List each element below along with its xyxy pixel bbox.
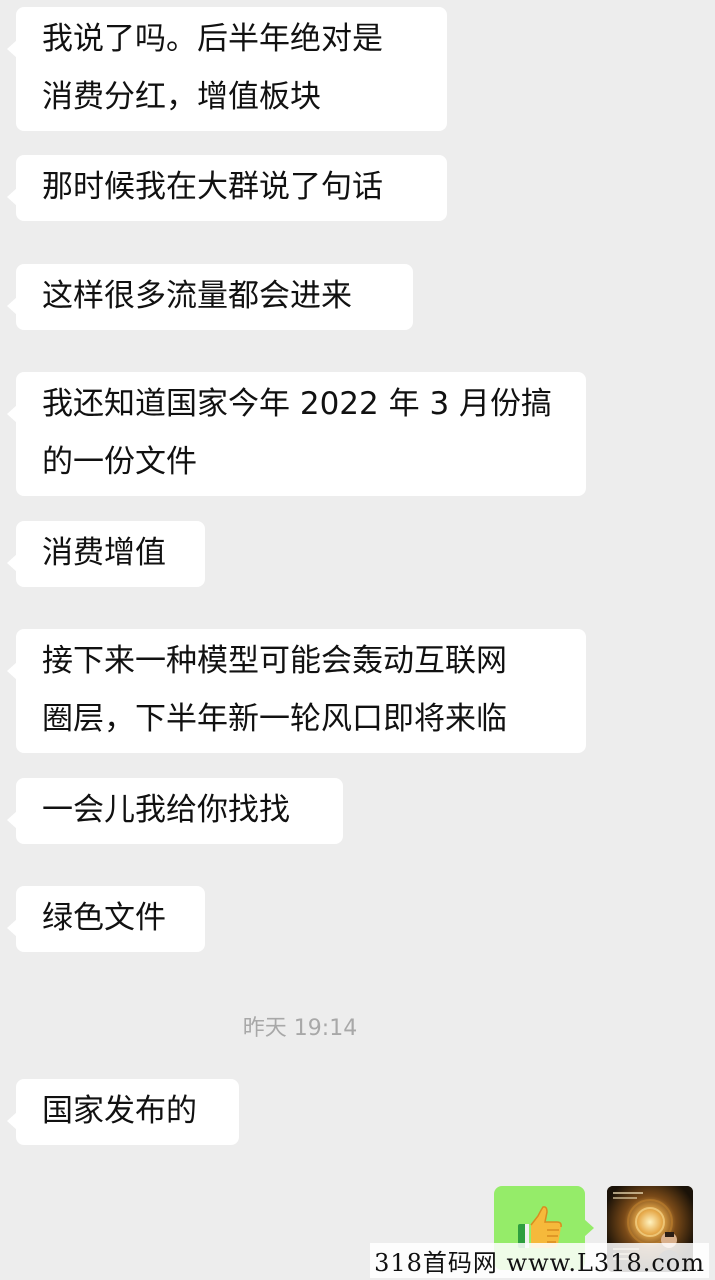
message-text: 这样很多流量都会进来: [42, 278, 352, 314]
message-text: 一会儿我给你找找: [42, 792, 290, 828]
message-text: 我说了吗。后半年绝对是: [42, 21, 383, 57]
message-text: 消费分红，增值板块: [42, 79, 321, 115]
message-text: 国家发布的: [42, 1093, 197, 1129]
message-text: 接下来一种模型可能会轰动互联网: [42, 643, 507, 679]
message-bubble[interactable]: 这样很多流量都会进来: [7, 264, 413, 330]
watermark-text: 318首码网 www.L318.com: [370, 1243, 709, 1278]
message-bubble[interactable]: 一会儿我给你找找: [7, 778, 343, 844]
message-bubble[interactable]: 接下来一种模型可能会轰动互联网 圈层，下半年新一轮风口即将来临: [7, 629, 586, 753]
message-bubble[interactable]: 那时候我在大群说了句话: [7, 155, 447, 221]
message-text: 绿色文件: [42, 900, 166, 936]
message-text: 圈层，下半年新一轮风口即将来临: [42, 701, 507, 737]
message-text: 那时候我在大群说了句话: [42, 169, 383, 205]
message-bubble[interactable]: 我说了吗。后半年绝对是 消费分红，增值板块: [7, 7, 447, 131]
chat-area[interactable]: 我说了吗。后半年绝对是 消费分红，增值板块 那时候我在大群说了句话 这样很多流量…: [0, 0, 715, 1280]
message-text: 消费增值: [42, 535, 166, 571]
message-bubble[interactable]: 绿色文件: [7, 886, 205, 952]
message-text: 的一份文件: [42, 444, 197, 480]
message-timestamp: 昨天 19:14: [242, 1016, 358, 1041]
message-bubble[interactable]: 国家发布的: [7, 1079, 239, 1145]
message-bubble[interactable]: 我还知道国家今年 2022 年 3 月份搞 的一份文件: [7, 372, 586, 496]
message-text: 我还知道国家今年 2022 年 3 月份搞: [42, 386, 553, 422]
message-bubble[interactable]: 消费增值: [7, 521, 205, 587]
